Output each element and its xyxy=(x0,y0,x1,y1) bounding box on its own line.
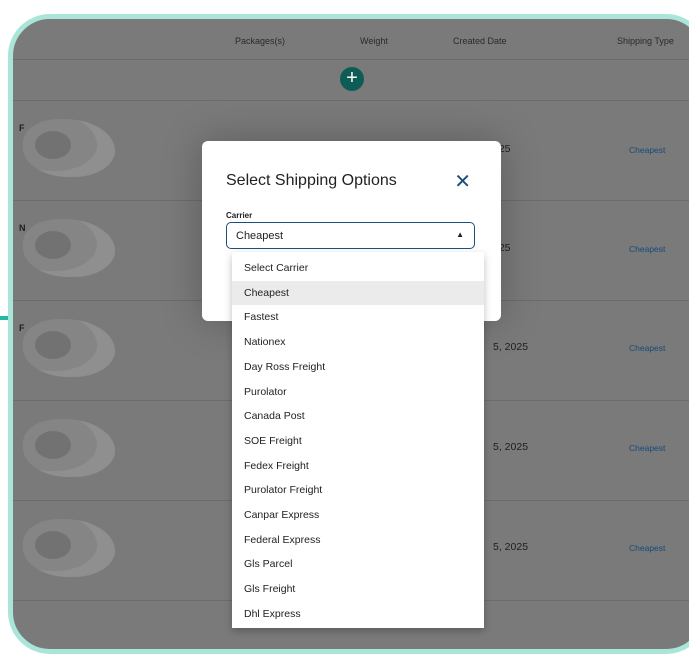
plus-icon: + xyxy=(346,67,358,89)
option-gls-freight[interactable]: Gls Freight xyxy=(232,577,484,602)
row-label: F xyxy=(19,323,25,333)
row-shipping-type[interactable]: Cheapest xyxy=(629,244,665,254)
column-header-shipping-type[interactable]: Shipping Type xyxy=(617,36,674,46)
row-shipping-type[interactable]: Cheapest xyxy=(629,543,665,553)
option-federal-express[interactable]: Federal Express xyxy=(232,528,484,553)
column-header-weight[interactable]: Weight xyxy=(360,36,388,46)
option-day-ross-freight[interactable]: Day Ross Freight xyxy=(232,355,484,380)
row-date: 5, 2025 xyxy=(493,341,529,353)
add-row: + xyxy=(13,60,689,101)
carrier-dropdown[interactable]: Select Carrier Cheapest Fastest Nationex… xyxy=(232,252,484,628)
product-thumbnail xyxy=(23,119,115,177)
add-button[interactable]: + xyxy=(340,67,364,91)
row-date: 5, 2025 xyxy=(493,541,529,553)
carrier-select[interactable]: Cheapest ▲ xyxy=(226,222,475,249)
row-shipping-type[interactable]: Cheapest xyxy=(629,443,665,453)
row-label: N xyxy=(19,223,26,233)
option-fedex-freight[interactable]: Fedex Freight xyxy=(232,454,484,479)
row-label: F xyxy=(19,123,25,133)
option-purolator[interactable]: Purolator xyxy=(232,380,484,405)
product-thumbnail xyxy=(23,519,115,577)
option-canpar-express[interactable]: Canpar Express xyxy=(232,503,484,528)
option-gls-parcel[interactable]: Gls Parcel xyxy=(232,552,484,577)
option-canada-post[interactable]: Canada Post xyxy=(232,404,484,429)
option-select-carrier[interactable]: Select Carrier xyxy=(232,256,484,281)
row-date: 5, 2025 xyxy=(493,441,529,453)
option-fastest[interactable]: Fastest xyxy=(232,305,484,330)
product-thumbnail xyxy=(23,319,115,377)
table-header: Packages(s) Weight Created Date Shipping… xyxy=(13,19,689,60)
modal-title: Select Shipping Options xyxy=(226,172,397,189)
option-dhl-express[interactable]: Dhl Express xyxy=(232,602,484,627)
caret-up-icon: ▲ xyxy=(456,230,464,239)
carrier-select-value: Cheapest xyxy=(236,230,284,242)
option-nationex[interactable]: Nationex xyxy=(232,330,484,355)
close-icon[interactable]: ✕ xyxy=(454,169,471,194)
product-thumbnail xyxy=(23,219,115,277)
carrier-label: Carrier xyxy=(226,211,253,220)
row-shipping-type[interactable]: Cheapest xyxy=(629,343,665,353)
row-shipping-type[interactable]: Cheapest xyxy=(629,145,665,155)
product-thumbnail xyxy=(23,419,115,477)
option-cheapest[interactable]: Cheapest xyxy=(232,280,484,306)
column-header-packages[interactable]: Packages(s) xyxy=(235,36,285,46)
option-soe-freight[interactable]: SOE Freight xyxy=(232,429,484,454)
column-header-created-date[interactable]: Created Date xyxy=(453,36,507,46)
option-purolator-freight[interactable]: Purolator Freight xyxy=(232,478,484,503)
